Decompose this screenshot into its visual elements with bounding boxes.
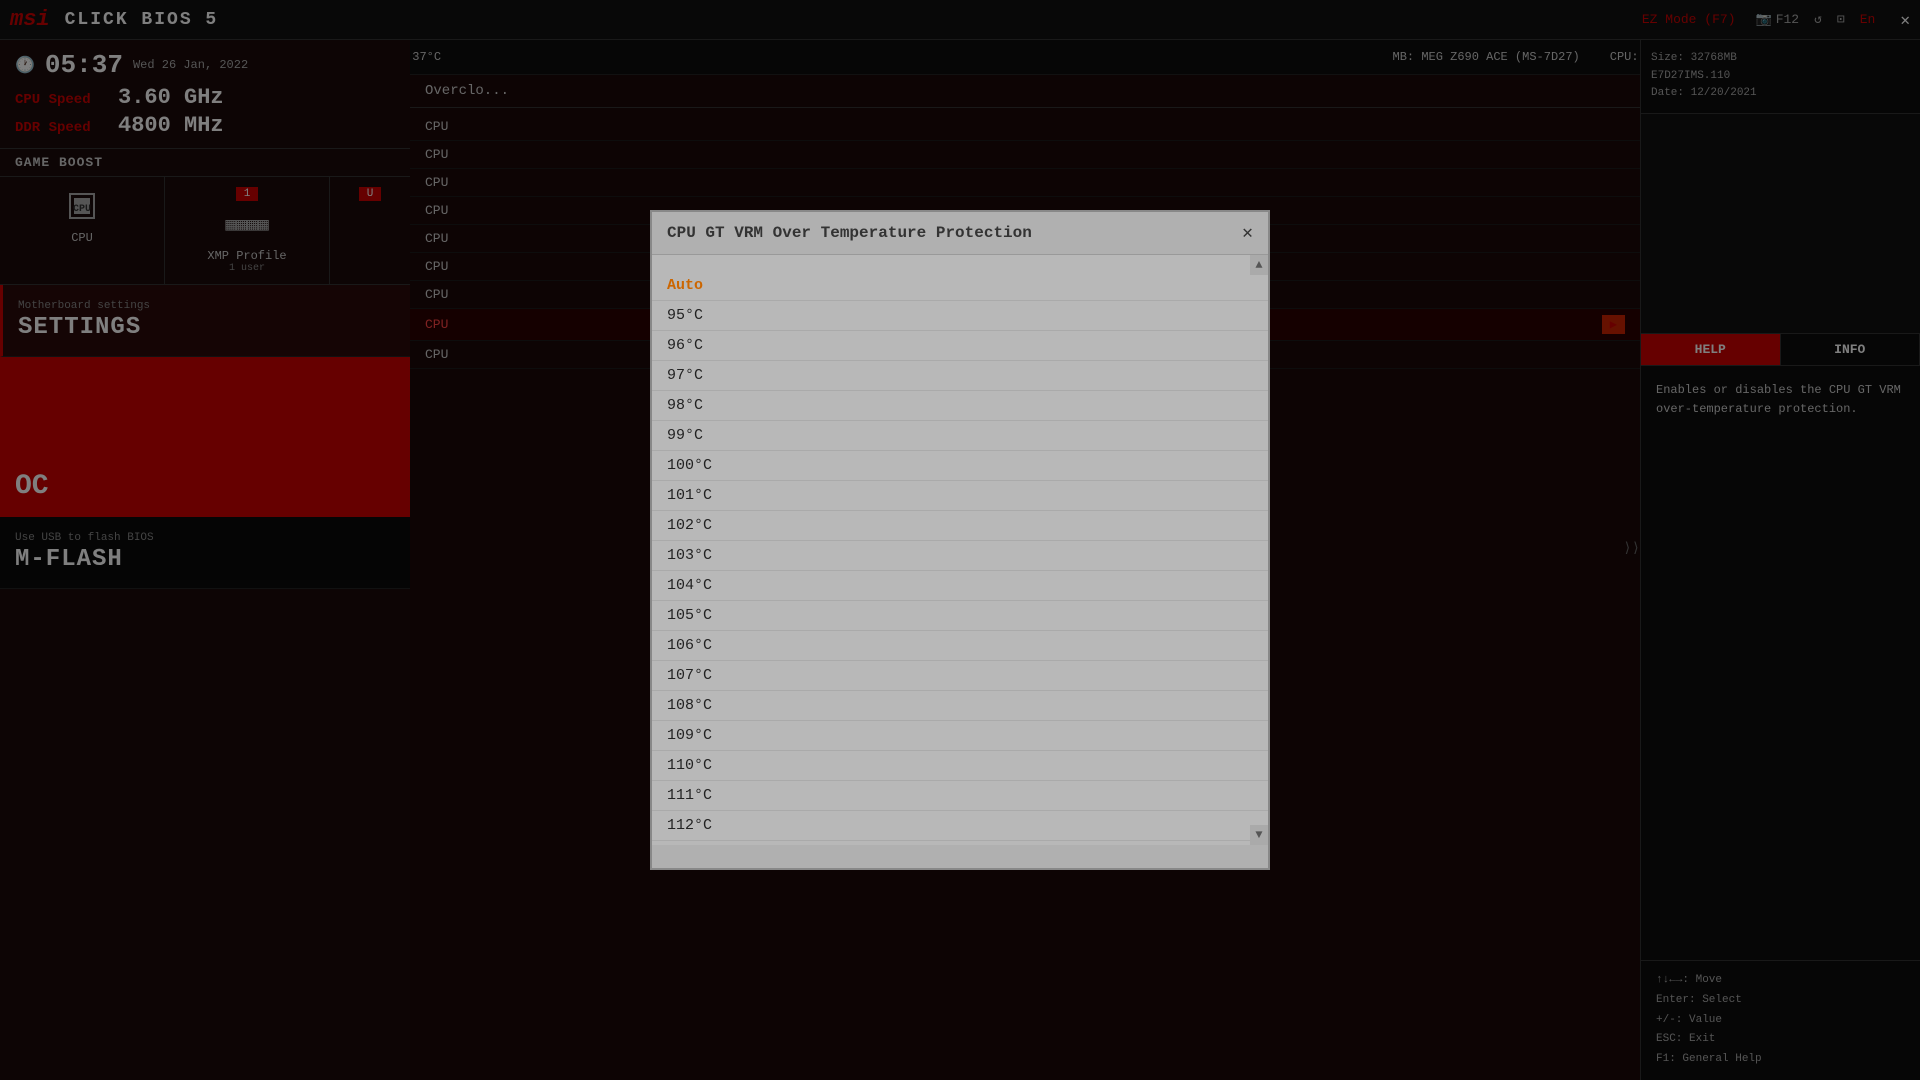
modal-option-16[interactable]: 110°C — [652, 751, 1268, 781]
modal-option-5[interactable]: 99°C — [652, 421, 1268, 451]
modal-option-8[interactable]: 102°C — [652, 511, 1268, 541]
modal-items: Auto95°C96°C97°C98°C99°C100°C101°C102°C1… — [652, 255, 1268, 845]
modal-option-4[interactable]: 98°C — [652, 391, 1268, 421]
scroll-down-arrow[interactable]: ▼ — [1250, 825, 1268, 845]
modal-option-7[interactable]: 101°C — [652, 481, 1268, 511]
modal-option-13[interactable]: 107°C — [652, 661, 1268, 691]
modal-option-6[interactable]: 100°C — [652, 451, 1268, 481]
modal-option-15[interactable]: 109°C — [652, 721, 1268, 751]
modal-option-11[interactable]: 105°C — [652, 601, 1268, 631]
modal-option-19[interactable]: 113°C — [652, 841, 1268, 845]
modal-option-9[interactable]: 103°C — [652, 541, 1268, 571]
scroll-up-arrow[interactable]: ▲ — [1250, 255, 1268, 275]
modal-option-3[interactable]: 97°C — [652, 361, 1268, 391]
modal-close-button[interactable]: ✕ — [1242, 222, 1253, 244]
modal-option-14[interactable]: 108°C — [652, 691, 1268, 721]
modal-title: CPU GT VRM Over Temperature Protection — [667, 224, 1032, 242]
modal-list[interactable]: ▲ Auto95°C96°C97°C98°C99°C100°C101°C102°… — [652, 255, 1268, 845]
modal-dialog: CPU GT VRM Over Temperature Protection ✕… — [650, 210, 1270, 870]
modal-option-2[interactable]: 96°C — [652, 331, 1268, 361]
modal-option-0[interactable]: Auto — [652, 271, 1268, 301]
modal-overlay: CPU GT VRM Over Temperature Protection ✕… — [0, 0, 1920, 1080]
modal-option-10[interactable]: 104°C — [652, 571, 1268, 601]
modal-option-18[interactable]: 112°C — [652, 811, 1268, 841]
modal-option-12[interactable]: 106°C — [652, 631, 1268, 661]
modal-option-17[interactable]: 111°C — [652, 781, 1268, 811]
modal-title-bar: CPU GT VRM Over Temperature Protection ✕ — [652, 212, 1268, 255]
modal-option-1[interactable]: 95°C — [652, 301, 1268, 331]
